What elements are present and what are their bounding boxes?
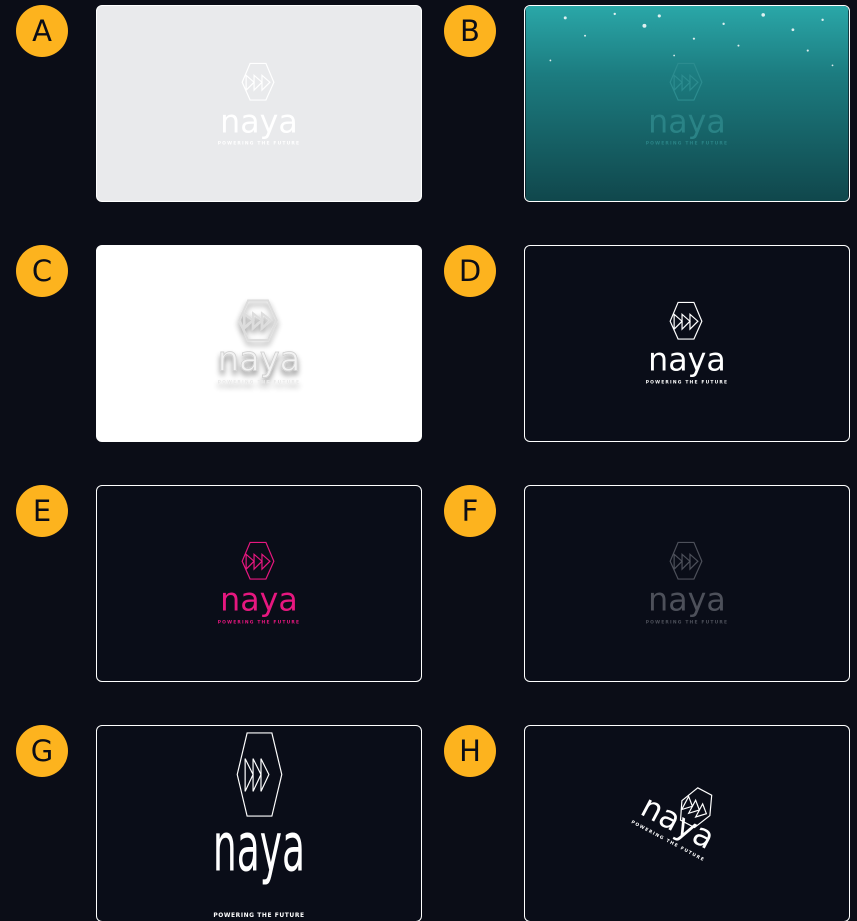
hexagon-with-three-triangles-icon: [669, 541, 703, 580]
option-c-card[interactable]: naya POWERING THE FUTURE: [96, 245, 422, 442]
wordmark: naya: [648, 343, 726, 379]
option-b-badge: B: [444, 5, 496, 57]
option-f-card[interactable]: naya POWERING THE FUTURE: [524, 485, 850, 682]
hexagon-with-three-triangles-icon: [241, 62, 275, 101]
underwater-photo: [525, 6, 849, 201]
option-g-card[interactable]: naya POWERING THE FUTURE: [96, 725, 422, 921]
naya-logo: naya POWERING THE FUTURE: [630, 787, 720, 863]
wordmark: naya: [220, 105, 298, 141]
option-h-badge: H: [444, 725, 496, 777]
naya-logo: naya POWERING THE FUTURE: [218, 541, 301, 626]
option-e-badge: E: [16, 485, 68, 537]
option-c-badge: C: [16, 245, 68, 297]
option-g-badge: G: [16, 725, 68, 777]
tagline: POWERING THE FUTURE: [218, 141, 301, 147]
option-a-card[interactable]: naya POWERING THE FUTURE: [96, 5, 422, 202]
option-d-badge: D: [444, 245, 496, 297]
naya-logo: naya POWERING THE FUTURE: [646, 541, 729, 626]
option-d-card[interactable]: naya POWERING THE FUTURE: [524, 245, 850, 442]
naya-logo: naya POWERING THE FUTURE: [217, 299, 301, 386]
tagline: POWERING THE FUTURE: [213, 912, 304, 919]
option-h-card[interactable]: naya POWERING THE FUTURE: [524, 725, 850, 921]
logo-variations-board: A naya POWERING THE FUTURE B naya POWERI…: [0, 0, 857, 921]
tagline: POWERING THE FUTURE: [218, 380, 301, 386]
tagline: POWERING THE FUTURE: [646, 620, 729, 626]
hexagon-with-three-triangles-icon: [238, 299, 279, 342]
tagline: POWERING THE FUTURE: [218, 620, 301, 626]
option-e-card[interactable]: naya POWERING THE FUTURE: [96, 485, 422, 682]
option-a-badge: A: [16, 5, 68, 57]
tagline: POWERING THE FUTURE: [646, 141, 729, 147]
naya-logo: naya POWERING THE FUTURE: [646, 301, 729, 386]
hexagon-with-three-triangles-icon: [241, 541, 275, 580]
wordmark: naya: [648, 583, 726, 619]
wordmark: naya: [218, 340, 300, 379]
wordmark: naya: [220, 583, 298, 619]
naya-logo: naya POWERING THE FUTURE: [218, 62, 301, 147]
wordmark: naya: [648, 105, 726, 141]
hexagon-with-three-triangles-icon: [236, 732, 283, 817]
option-f-badge: F: [444, 485, 496, 537]
option-b-card[interactable]: naya POWERING THE FUTURE: [524, 5, 850, 202]
naya-logo: naya POWERING THE FUTURE: [213, 732, 305, 919]
wordmark: naya: [213, 808, 305, 887]
naya-logo: naya POWERING THE FUTURE: [525, 6, 849, 201]
tagline: POWERING THE FUTURE: [646, 380, 729, 386]
hexagon-with-three-triangles-icon: [669, 301, 703, 340]
